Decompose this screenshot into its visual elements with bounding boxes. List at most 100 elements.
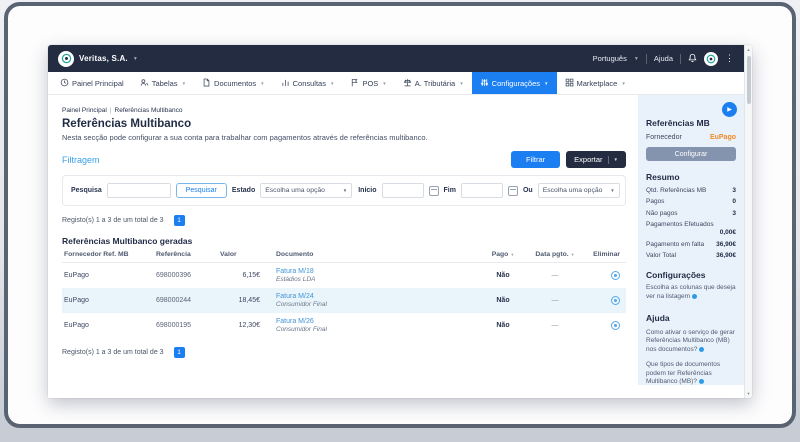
- pesquisa-input[interactable]: [107, 183, 171, 198]
- company-selector[interactable]: Veritas, S.A.: [79, 54, 128, 63]
- scroll-up-icon[interactable]: ▲: [747, 47, 751, 52]
- document-icon: [202, 78, 211, 89]
- chevron-down-icon: ▼: [634, 56, 639, 62]
- chevron-down-icon: ▼: [382, 81, 386, 86]
- ou-select[interactable]: Escolha uma opção ▼: [538, 183, 620, 198]
- filter-panel: Pesquisa Pesquisar Estado Escolha uma op…: [62, 175, 626, 206]
- stat-row: Pagos0: [646, 198, 736, 205]
- inicio-label: Início: [358, 187, 376, 194]
- pesquisa-label: Pesquisa: [71, 187, 102, 194]
- sidebar-title: Referências MB: [646, 118, 736, 128]
- divider: [646, 54, 647, 64]
- notifications-bell-icon[interactable]: [688, 53, 697, 65]
- inicio-date-input[interactable]: [382, 183, 424, 198]
- nav-item-consultas[interactable]: Consultas▼: [273, 72, 343, 94]
- eliminar-icon[interactable]: [611, 321, 620, 330]
- column-settings-link[interactable]: Escolha as colunas que deseja ver na lis…: [646, 284, 736, 302]
- document-link[interactable]: Fatura M/26: [276, 318, 478, 325]
- estado-select[interactable]: Escolha uma opção ▼: [260, 183, 352, 198]
- chevron-down-icon: ▼: [330, 81, 334, 86]
- stat-row: Não pagos3: [646, 210, 736, 217]
- user-avatar[interactable]: [704, 52, 718, 66]
- nav-item-configuracoes[interactable]: Configurações▼: [472, 72, 557, 94]
- help-link[interactable]: Como ativar o serviço de gerar Referênci…: [646, 329, 736, 355]
- stat-row: Pagamentos Efetuados0,00€: [646, 221, 736, 236]
- fim-date-input[interactable]: [461, 183, 503, 198]
- eliminar-icon[interactable]: [611, 296, 620, 305]
- chevron-down-icon: ▼: [614, 157, 618, 162]
- nav-item-tabelas[interactable]: Tabelas▼: [132, 72, 194, 94]
- col-pago-sort[interactable]: Pago▼: [480, 247, 526, 263]
- configuracoes-title: Configurações: [646, 270, 736, 280]
- breadcrumb-home[interactable]: Painel Principal: [62, 107, 107, 114]
- sliders-icon: [480, 78, 489, 89]
- col-documento: Documento: [274, 247, 480, 263]
- filter-section-label: Filtragem: [62, 155, 100, 165]
- account-topbar: Veritas, S.A. ▼ Português ▼ Ajuda ⋮: [48, 45, 744, 72]
- col-data-pgto-sort[interactable]: Data pgto.▼: [526, 247, 584, 263]
- table-row: EuPago 698000195 12,30€ Fatura M/26Consu…: [62, 313, 626, 338]
- fim-label: Fim: [444, 187, 456, 194]
- stat-row: Valor Total36,90€: [646, 252, 736, 259]
- info-sidebar: ▶ Referências MB Fornecedor EuPago Confi…: [638, 95, 744, 385]
- window-scrollbar[interactable]: ▲ ▼: [744, 45, 752, 398]
- nav-item-painel-principal[interactable]: Painel Principal: [52, 72, 132, 94]
- chevron-down-icon: ▼: [610, 188, 614, 193]
- calendar-icon[interactable]: [429, 186, 439, 196]
- exportar-button[interactable]: Exportar ▼: [566, 151, 626, 168]
- stat-row: Pagamento em falta36,90€: [646, 241, 736, 248]
- calendar-icon[interactable]: [508, 186, 518, 196]
- main-content: Painel Principal|Referências Multibanco …: [48, 95, 638, 398]
- video-play-button[interactable]: ▶: [722, 102, 737, 117]
- document-entity: Consumidor Final: [276, 326, 478, 333]
- ajuda-title: Ajuda: [646, 313, 736, 323]
- document-entity: Consumidor Final: [276, 301, 478, 308]
- col-referencia: Referência: [154, 247, 220, 263]
- breadcrumb-current: Referências Multibanco: [115, 107, 183, 114]
- chevron-down-icon: ▼: [621, 81, 625, 86]
- scrollbar-thumb[interactable]: [747, 56, 751, 104]
- breadcrumb: Painel Principal|Referências Multibanco: [62, 107, 626, 114]
- records-summary-bottom: Registo(s) 1 a 3 de um total de 3 1: [62, 347, 626, 358]
- nav-item-marketplace[interactable]: Marketplace▼: [557, 72, 634, 94]
- table-title: Referências Multibanco geradas: [62, 236, 626, 246]
- document-link[interactable]: Fatura M/18: [276, 268, 478, 275]
- help-link[interactable]: Ajuda: [654, 54, 673, 63]
- references-table: Fornecedor Ref. MB Referência Valor Docu…: [62, 247, 626, 338]
- eliminar-icon[interactable]: [611, 271, 620, 280]
- app-window: Veritas, S.A. ▼ Português ▼ Ajuda ⋮ Pain…: [48, 45, 752, 398]
- dashboard-clock-icon: [60, 78, 69, 89]
- configurar-button[interactable]: Configurar: [646, 147, 736, 161]
- sort-icon: ▼: [510, 252, 514, 257]
- scroll-down-icon[interactable]: ▼: [747, 391, 751, 396]
- bar-chart-icon: [281, 78, 290, 89]
- chevron-down-icon: ▼: [260, 81, 264, 86]
- kebab-menu-icon[interactable]: ⋮: [725, 54, 734, 63]
- pagination-page-1[interactable]: 1: [174, 347, 185, 358]
- document-link[interactable]: Fatura M/24: [276, 293, 478, 300]
- tax-authority-icon: [403, 78, 412, 89]
- pesquisar-button[interactable]: Pesquisar: [176, 183, 227, 198]
- language-selector[interactable]: Português: [593, 54, 627, 63]
- document-entity: Estádios LDA: [276, 276, 478, 283]
- nav-item-a-tributaria[interactable]: A. Tributária▼: [395, 72, 472, 94]
- col-eliminar: Eliminar: [584, 247, 626, 263]
- fornecedor-value: EuPago: [710, 134, 736, 141]
- sort-icon: ▼: [571, 252, 575, 257]
- info-icon: [699, 379, 704, 384]
- chevron-down-icon: ▼: [459, 81, 463, 86]
- pagination-page-1[interactable]: 1: [174, 215, 185, 226]
- table-row: EuPago 698000244 18,45€ Fatura M/24Consu…: [62, 288, 626, 313]
- nav-item-pos[interactable]: POS▼: [342, 72, 394, 94]
- nav-item-documentos[interactable]: Documentos▼: [194, 72, 273, 94]
- help-link[interactable]: Que tipos de documentos podem ter Referê…: [646, 361, 736, 385]
- pos-flag-icon: [350, 78, 359, 89]
- main-navbar: Painel Principal Tabelas▼ Documentos▼ Co…: [48, 72, 744, 95]
- divider: [680, 54, 681, 64]
- grid-icon: [565, 78, 574, 89]
- records-summary-top: Registo(s) 1 a 3 de um total de 3 1: [62, 215, 626, 226]
- info-icon: [692, 294, 697, 299]
- filtrar-button[interactable]: Filtrar: [511, 151, 560, 168]
- stat-row: Qtd. Referências MB3: [646, 187, 736, 194]
- page-subtitle: Nesta secção pode configurar a sua conta…: [62, 133, 626, 142]
